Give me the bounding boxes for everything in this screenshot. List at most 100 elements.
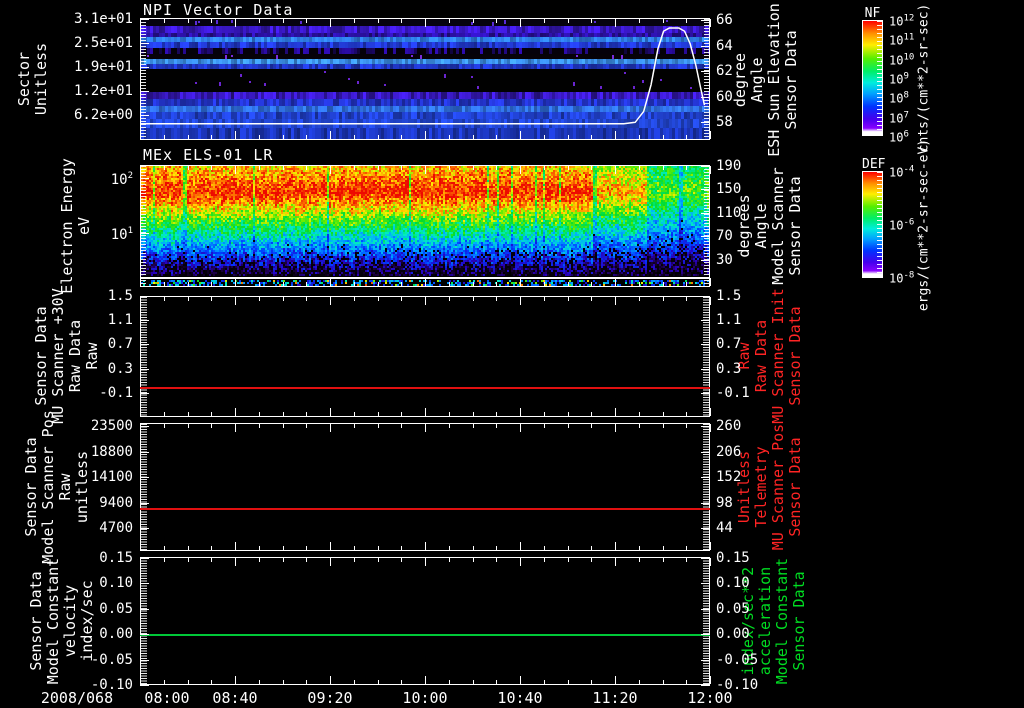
colorbar-tick-label: 108	[889, 90, 909, 106]
x-tick	[282, 282, 284, 286]
x-tick	[425, 408, 426, 416]
x-tick	[330, 424, 331, 432]
x-tick	[472, 546, 474, 550]
x-tick	[615, 542, 616, 550]
colorbar-tick-label: 10-6	[889, 217, 915, 233]
y-major-tick	[701, 344, 710, 346]
y-tick-label-log: 102	[110, 171, 133, 188]
x-tick	[710, 166, 711, 174]
x-tick	[330, 19, 331, 27]
x-tick	[187, 19, 189, 23]
x-tick	[662, 558, 664, 562]
mu-scanner-30v-line	[140, 386, 710, 389]
y-tick-label: 66	[716, 12, 733, 28]
x-tick	[377, 135, 379, 139]
y-major-tick	[140, 320, 149, 322]
y-major-tick	[701, 608, 710, 610]
x-tick	[258, 680, 260, 684]
y-major-tick	[701, 368, 710, 370]
nf-colorbar-title: NF	[864, 6, 881, 21]
panel1-right-minor-ticks	[704, 19, 709, 139]
x-tick	[520, 278, 521, 286]
y-major-tick	[140, 392, 149, 394]
x-tick	[401, 19, 403, 23]
x-tick	[211, 424, 213, 428]
x-tick	[496, 297, 498, 301]
x-tick	[472, 297, 474, 301]
x-tick	[353, 166, 355, 170]
x-tick-label: 10:00	[402, 689, 448, 707]
panel4-left-minor-ticks	[141, 424, 147, 550]
colorbar-tick-label: 1012	[889, 13, 915, 29]
x-tick	[662, 297, 664, 301]
x-tick	[306, 282, 308, 286]
x-tick	[472, 412, 474, 416]
x-tick	[448, 558, 450, 562]
panel1-left-axis-label: Sector Unitless	[15, 42, 50, 116]
x-tick	[163, 546, 165, 550]
x-tick	[686, 166, 688, 170]
x-tick	[425, 19, 426, 27]
x-tick	[425, 676, 426, 684]
x-tick	[662, 166, 664, 170]
y-tick-label: 1.2e+01	[73, 83, 133, 100]
y-major-tick	[701, 122, 710, 123]
y-major-tick	[140, 659, 149, 661]
x-tick	[448, 297, 450, 301]
panel4-right-minor-ticks	[703, 424, 709, 550]
y-major-tick	[701, 659, 710, 661]
x-tick	[662, 680, 664, 684]
x-tick	[615, 424, 616, 432]
y-major-tick	[701, 71, 710, 72]
x-tick	[662, 412, 664, 416]
x-tick	[163, 135, 165, 139]
x-tick	[258, 19, 260, 23]
y-tick-label: 1.5	[107, 288, 133, 304]
x-tick	[567, 558, 569, 562]
y-tick-label: 23500	[90, 418, 133, 434]
x-tick	[235, 676, 236, 684]
x-tick	[496, 412, 498, 416]
x-tick	[211, 19, 213, 23]
x-tick	[567, 424, 569, 428]
x-tick	[258, 135, 260, 139]
y-tick-label: 3.1e+01	[73, 11, 133, 27]
x-tick	[163, 282, 165, 286]
x-tick	[211, 135, 213, 139]
x-tick	[187, 166, 189, 170]
x-tick	[472, 166, 474, 170]
panel5-right-minor-ticks	[703, 558, 709, 684]
x-tick	[140, 676, 141, 684]
x-tick	[258, 424, 260, 428]
def-colorbar-ticks	[877, 172, 882, 277]
x-tick-label: 08:00	[144, 689, 190, 707]
x-tick	[638, 546, 640, 550]
x-tick	[638, 19, 640, 23]
nf-colorbar-ticks	[877, 21, 882, 135]
x-tick	[235, 166, 236, 174]
nf-colorbar-unit: cnts/(cm**2-sr-sec)	[916, 3, 932, 153]
x-tick	[615, 558, 616, 566]
x-tick	[520, 542, 521, 550]
y-tick-label: 0.10	[716, 575, 750, 592]
x-tick	[638, 282, 640, 286]
x-tick-label: 09:20	[307, 689, 353, 707]
y-tick-label: 1.5	[716, 288, 742, 304]
panel1-right-axis-label: degree Angle ESH Sun Elevation Sensor Da…	[731, 3, 800, 157]
y-tick-label: -0.05	[716, 651, 759, 668]
x-tick	[401, 166, 403, 170]
x-tick	[543, 135, 545, 139]
x-tick	[448, 424, 450, 428]
x-tick	[330, 166, 331, 174]
x-tick	[686, 680, 688, 684]
y-tick-label: 6.2e+00	[73, 107, 133, 124]
x-tick	[425, 166, 426, 174]
x-tick	[211, 166, 213, 170]
y-tick-label: 44	[716, 520, 733, 536]
y-major-tick	[140, 233, 149, 234]
x-tick	[282, 135, 284, 139]
x-tick	[258, 297, 260, 301]
x-tick	[686, 282, 688, 286]
x-tick	[187, 412, 189, 416]
panel1-npi-spectrogram	[140, 18, 710, 140]
